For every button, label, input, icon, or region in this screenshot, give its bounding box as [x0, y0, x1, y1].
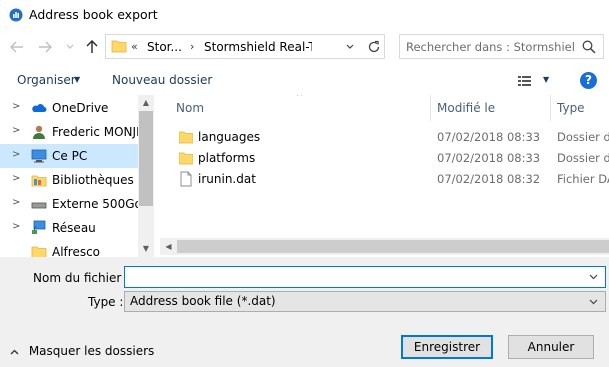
- column-header-type[interactable]: Type: [541, 95, 609, 121]
- app-icon: [9, 8, 23, 22]
- horizontal-scrollbar[interactable]: ◀: [160, 238, 609, 255]
- up-button[interactable]: [82, 37, 102, 57]
- nav-item-label: Frederic MONJE: [52, 125, 144, 139]
- file-row[interactable]: languages 07/02/2018 08:33 Dossier de: [160, 127, 609, 148]
- chevron-down-icon[interactable]: [589, 271, 598, 282]
- file-row[interactable]: irunin.dat 07/02/2018 08:32 Fichier DA: [160, 169, 609, 190]
- back-button[interactable]: [7, 37, 27, 57]
- network-icon: [31, 220, 47, 236]
- file-icon: [179, 171, 193, 187]
- column-header-name[interactable]: Nom: [160, 95, 430, 121]
- file-row[interactable]: platforms 07/02/2018 08:33 Dossier de: [160, 148, 609, 169]
- filetype-value: Address book file (*.dat): [130, 294, 276, 308]
- chevron-right-icon[interactable]: >: [12, 197, 20, 208]
- nav-item-label: Réseau: [52, 221, 96, 235]
- hide-folders-button[interactable]: Masquer les dossiers: [10, 344, 154, 358]
- chevron-up-icon: [10, 348, 19, 358]
- window-title: Address book export: [29, 7, 158, 22]
- folder-icon: [111, 39, 127, 53]
- scroll-up-icon[interactable]: ▲: [138, 95, 154, 111]
- nav-item-user[interactable]: > Frederic MONJE: [0, 120, 144, 144]
- breadcrumb-item[interactable]: Stormshield Real-T...: [204, 40, 312, 54]
- nav-item-network[interactable]: > Réseau: [0, 216, 138, 240]
- organize-button[interactable]: Organiser: [17, 73, 76, 87]
- chevron-right-icon[interactable]: >: [12, 173, 20, 184]
- breadcrumb-item[interactable]: Stor...: [147, 40, 182, 54]
- chevron-right-icon[interactable]: >: [12, 221, 20, 232]
- nav-item-libraries[interactable]: > Bibliothèques: [0, 168, 138, 192]
- breadcrumb-separator[interactable]: ›: [190, 40, 194, 53]
- drive-icon: [31, 196, 47, 212]
- nav-scrollbar[interactable]: ▲ ▼: [138, 95, 154, 257]
- command-bar: Organiser ▼ Nouveau dossier ▼ ?: [0, 66, 609, 94]
- file-date: 07/02/2018 08:33: [437, 130, 541, 144]
- forward-button[interactable]: [35, 37, 55, 57]
- nav-item-label: Alfresco: [52, 245, 101, 257]
- file-type: Fichier DA: [557, 172, 609, 186]
- filetype-label: Type :: [88, 295, 124, 309]
- file-name: irunin.dat: [198, 172, 256, 186]
- search-box[interactable]: [399, 34, 604, 59]
- breadcrumb-overflow[interactable]: «: [131, 40, 138, 53]
- nav-item-this-pc[interactable]: > Ce PC: [0, 144, 138, 168]
- chevron-right-icon[interactable]: >: [12, 101, 20, 112]
- scroll-down-icon[interactable]: ▼: [138, 241, 154, 257]
- view-options-icon[interactable]: [517, 74, 535, 88]
- file-date: 07/02/2018 08:32: [437, 172, 541, 186]
- cancel-button[interactable]: Annuler: [508, 335, 594, 359]
- chevron-down-icon: [66, 44, 74, 49]
- nav-item-onedrive[interactable]: > OneDrive: [0, 96, 138, 120]
- filename-input[interactable]: [129, 269, 579, 285]
- caret-down-icon[interactable]: ▼: [543, 75, 549, 84]
- chevron-down-icon[interactable]: [346, 39, 360, 55]
- folder-icon: [178, 150, 194, 166]
- filetype-select[interactable]: Address book file (*.dat): [124, 291, 606, 312]
- search-input[interactable]: [406, 39, 576, 55]
- up-arrow-icon: [86, 40, 98, 53]
- file-date: 07/02/2018 08:33: [437, 151, 541, 165]
- save-form: Nom du fichier : Type : Address book fil…: [0, 257, 609, 367]
- navigation-pane: > OneDrive > Frederic MONJE > Ce PC > Bi…: [0, 95, 154, 257]
- column-header-modified[interactable]: Modifié le: [421, 95, 550, 121]
- libraries-icon: [31, 172, 47, 188]
- nav-item-external-drive[interactable]: > Externe 500Go (D: [0, 192, 154, 216]
- file-list: ^ Nom Modifié le Type languages 07/02/20…: [160, 95, 609, 257]
- forward-arrow-icon: [39, 41, 52, 53]
- title-bar: Address book export: [0, 0, 609, 30]
- save-button[interactable]: Enregistrer: [401, 335, 493, 359]
- nav-item-label: Bibliothèques: [52, 173, 134, 187]
- scroll-thumb[interactable]: [177, 240, 609, 253]
- onedrive-icon: [31, 100, 47, 116]
- computer-icon: [31, 148, 47, 164]
- file-name: platforms: [198, 151, 256, 165]
- hide-folders-label: Masquer les dossiers: [28, 344, 155, 358]
- nav-item-alfresco[interactable]: Alfresco: [0, 240, 138, 257]
- recent-locations-button[interactable]: [60, 37, 80, 57]
- new-folder-button[interactable]: Nouveau dossier: [112, 73, 212, 87]
- filename-label: Nom du fichier :: [33, 271, 130, 285]
- chevron-down-icon[interactable]: [589, 296, 598, 307]
- scroll-left-icon[interactable]: ◀: [160, 238, 177, 255]
- refresh-icon[interactable]: [367, 38, 383, 56]
- nav-item-label: Ce PC: [52, 149, 88, 163]
- back-arrow-icon: [10, 41, 23, 53]
- help-button[interactable]: ?: [580, 72, 597, 89]
- folder-icon: [178, 129, 194, 145]
- filename-field[interactable]: [124, 266, 606, 288]
- address-bar[interactable]: « Stor... › Stormshield Real-T...: [105, 34, 385, 59]
- file-type: Dossier de: [557, 151, 609, 165]
- chevron-right-icon[interactable]: >: [12, 149, 20, 160]
- scroll-thumb[interactable]: [139, 111, 153, 206]
- nav-item-label: OneDrive: [52, 101, 109, 115]
- chevron-right-icon[interactable]: >: [12, 125, 20, 136]
- search-icon[interactable]: [582, 39, 598, 55]
- caret-down-icon[interactable]: ▼: [74, 75, 80, 84]
- file-type: Dossier de: [557, 130, 609, 144]
- folder-icon: [31, 244, 47, 257]
- user-icon: [31, 124, 47, 140]
- file-name: languages: [198, 130, 261, 144]
